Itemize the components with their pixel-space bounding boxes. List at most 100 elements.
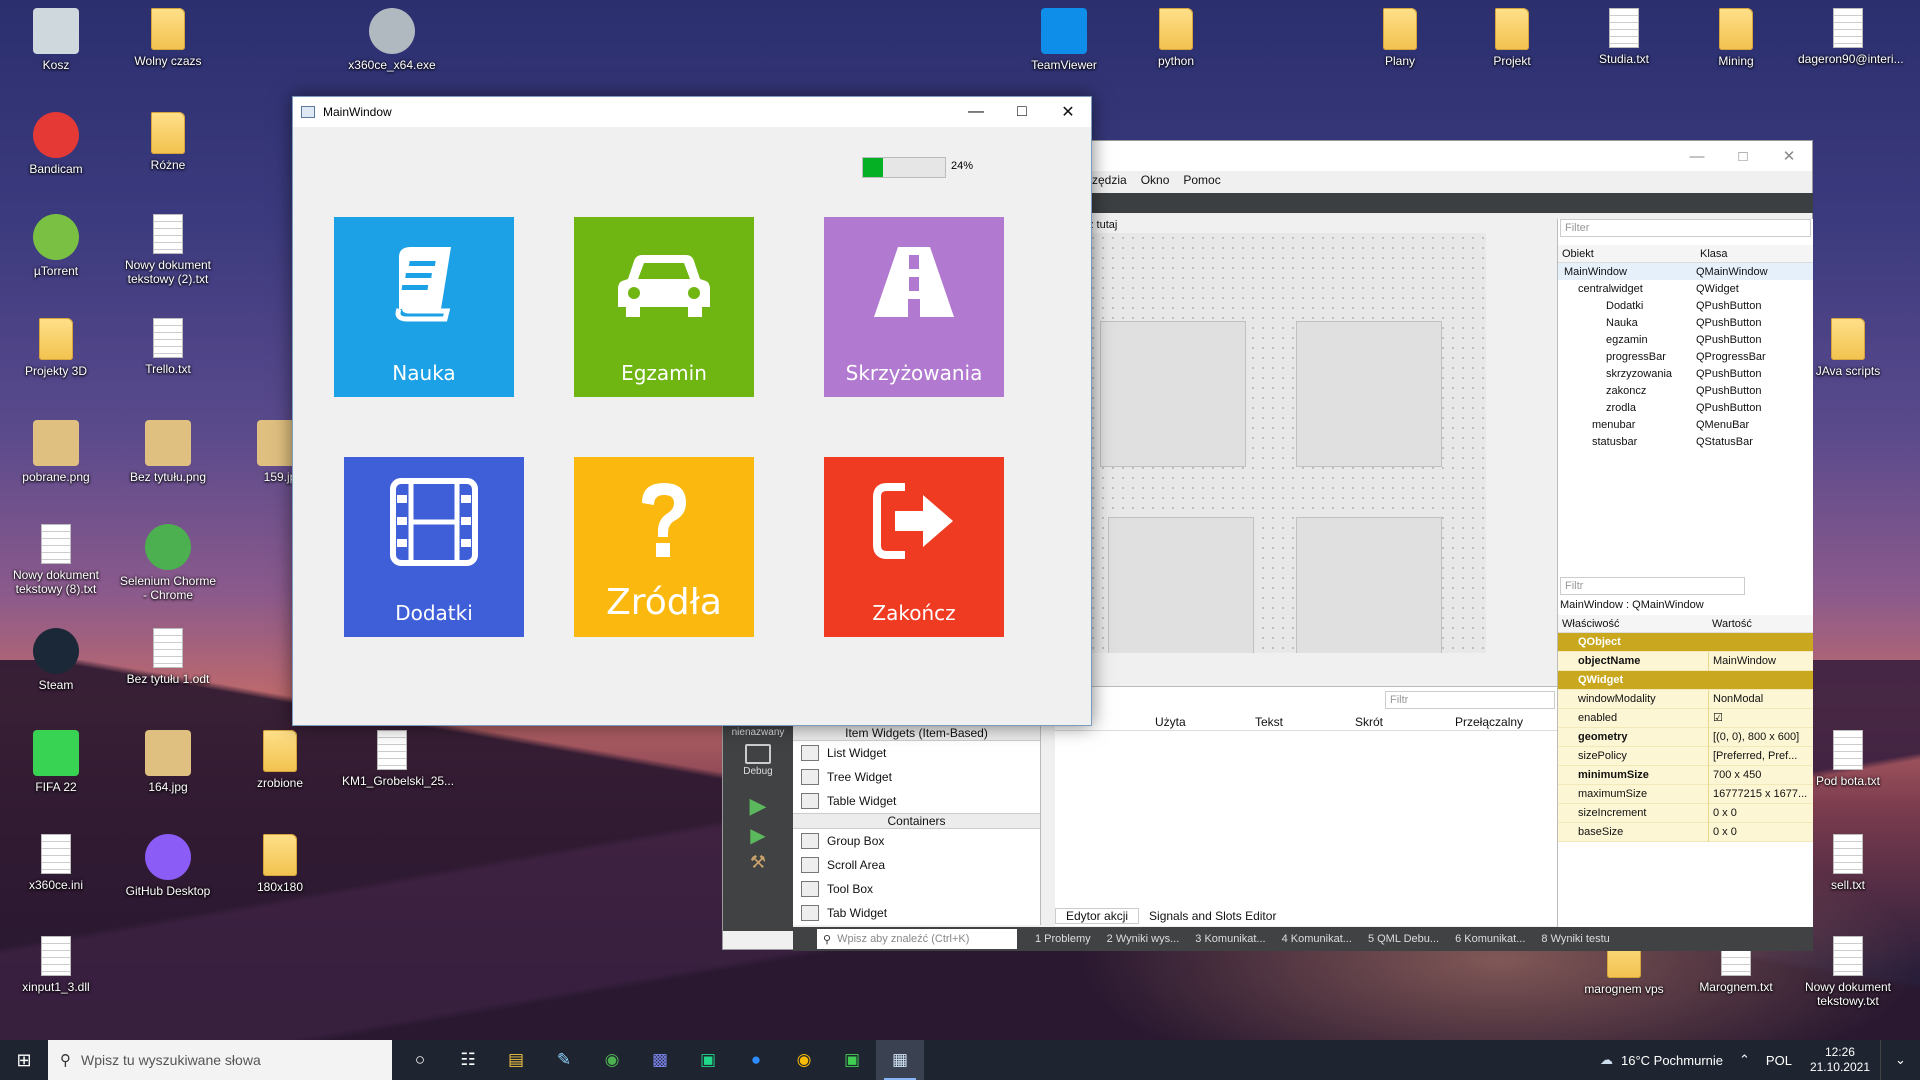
desktop-icon[interactable]: dageron90@interi... (1798, 8, 1904, 66)
action-col-shortcut[interactable]: Skrót (1355, 715, 1455, 729)
widget-box-item[interactable]: Table Widget (793, 789, 1040, 813)
desktop-icon[interactable]: Nowy dokument tekstowy (8).txt (6, 524, 106, 596)
desktop-icon[interactable]: Kosz (6, 8, 106, 72)
output-pane-button[interactable]: 1 Problemy (1027, 933, 1099, 945)
class-column-header[interactable]: Klasa (1696, 248, 1728, 260)
cortana-icon[interactable]: ○ (396, 1040, 444, 1080)
property-value[interactable]: 16777215 x 1677... (1708, 784, 1813, 804)
desktop-icon[interactable]: KM1_Grobelski_25... (342, 730, 454, 788)
desktop-icon[interactable]: Plany (1350, 8, 1450, 68)
desktop-icon[interactable]: Nowy dokument tekstowy (2).txt (118, 214, 218, 286)
desktop-icon[interactable]: JAva scripts (1798, 318, 1898, 378)
minimize-icon[interactable]: — (953, 97, 999, 127)
desktop-icon[interactable]: zrobione (230, 730, 330, 790)
language-indicator[interactable]: POL (1758, 1053, 1800, 1068)
widget-box-item[interactable]: Scroll Area (793, 853, 1040, 877)
notes-icon[interactable]: ✎ (540, 1040, 588, 1080)
object-column-header[interactable]: Obiekt (1558, 248, 1696, 260)
desktop-icon[interactable]: 180x180 (230, 834, 330, 894)
monitor-icon[interactable] (745, 744, 771, 764)
main-window-titlebar[interactable]: MainWindow — □ ✕ (293, 97, 1091, 127)
widget-category[interactable]: Item Widgets (Item-Based) (793, 725, 1040, 741)
tab-action-editor[interactable]: Edytor akcji (1055, 908, 1140, 924)
desktop-icon[interactable]: Projekty 3D (6, 318, 106, 378)
property-value[interactable]: MainWindow (1708, 651, 1813, 671)
desktop-icon[interactable]: Nowy dokument tekstowy.txt (1798, 936, 1898, 1008)
widget-box-item[interactable]: Tool Box (793, 877, 1040, 901)
object-tree-row[interactable]: menubar QMenuBar (1558, 416, 1813, 433)
task-view-icon[interactable]: ☷ (444, 1040, 492, 1080)
canvas-placeholder[interactable] (1108, 517, 1254, 653)
desktop-icon[interactable]: Studia.txt (1574, 8, 1674, 66)
desktop-icon[interactable]: Pod bota.txt (1798, 730, 1898, 788)
widget-box-item[interactable]: List Widget (793, 741, 1040, 765)
desktop-icon[interactable]: Projekt (1462, 8, 1562, 68)
skrzyzowania-button[interactable]: Skrzyżowania (824, 217, 1004, 397)
property-value[interactable]: [(0, 0), 800 x 600] (1708, 727, 1813, 747)
desktop-icon[interactable]: 164.jpg (118, 730, 218, 794)
desktop-icon[interactable]: µTorrent (6, 214, 106, 278)
desktop-icon[interactable]: python (1126, 8, 1226, 68)
object-tree-row[interactable]: egzamin QPushButton (1558, 331, 1813, 348)
chrome-icon[interactable]: ◉ (780, 1040, 828, 1080)
object-tree-row[interactable]: MainWindow QMainWindow (1558, 263, 1813, 280)
desktop-icon[interactable]: Bez tytułu.png (118, 420, 218, 484)
teams-icon[interactable]: ▩ (636, 1040, 684, 1080)
locator-input[interactable]: ⚲ Wpisz aby znaleźć (Ctrl+K) (817, 929, 1017, 949)
property-row[interactable]: sizePolicy [Preferred, Pref... (1558, 746, 1813, 766)
property-group[interactable]: QObject (1558, 633, 1813, 652)
menu-help[interactable]: Pomoc (1183, 173, 1220, 187)
menu-tools[interactable]: rzędzia (1088, 173, 1127, 187)
zoom-icon[interactable]: ● (732, 1040, 780, 1080)
widget-box-item[interactable]: Tree Widget (793, 765, 1040, 789)
chrome-icon[interactable]: ◉ (588, 1040, 636, 1080)
clock[interactable]: 12:26 21.10.2021 (1800, 1045, 1880, 1075)
action-col-text[interactable]: Tekst (1255, 715, 1355, 729)
notification-icon[interactable]: ⌄ (1880, 1040, 1920, 1080)
desktop-icon[interactable]: Mining (1686, 8, 1786, 68)
build-hammer-icon[interactable]: ⚒ (723, 852, 793, 873)
object-tree-row[interactable]: statusbar QStatusBar (1558, 433, 1813, 450)
desktop-icon[interactable]: pobrane.png (6, 420, 106, 484)
property-value[interactable]: 0 x 0 (1708, 803, 1813, 823)
property-row[interactable]: baseSize 0 x 0 (1558, 822, 1813, 842)
desktop-icon[interactable]: Bez tytułu 1.odt (118, 628, 218, 686)
property-value[interactable]: 0 x 0 (1708, 822, 1813, 842)
output-pane-button[interactable]: 4 Komunikat... (1274, 933, 1360, 945)
designer-canvas[interactable] (1088, 233, 1486, 653)
chevron-up-icon[interactable]: ⌃ (1731, 1052, 1758, 1068)
property-row[interactable]: geometry [(0, 0), 800 x 600] (1558, 727, 1813, 747)
canvas-placeholder[interactable] (1100, 321, 1246, 467)
action-col-used[interactable]: Użyta (1155, 715, 1255, 729)
property-row[interactable]: objectName MainWindow (1558, 651, 1813, 671)
object-tree-row[interactable]: Nauka QPushButton (1558, 314, 1813, 331)
close-icon[interactable]: ✕ (1766, 147, 1812, 165)
object-filter-input[interactable]: Filter (1560, 219, 1811, 237)
property-row[interactable]: sizeIncrement 0 x 0 (1558, 803, 1813, 823)
object-tree-row[interactable]: skrzyzowania QPushButton (1558, 365, 1813, 382)
actions-filter-input[interactable]: Filtr (1385, 691, 1555, 709)
canvas-placeholder[interactable] (1296, 517, 1442, 653)
dodatki-button[interactable]: Dodatki (344, 457, 524, 637)
desktop-icon[interactable]: FIFA 22 (6, 730, 106, 794)
desktop-icon[interactable]: sell.txt (1798, 834, 1898, 892)
value-column-header[interactable]: Wartość (1708, 618, 1752, 630)
desktop-icon[interactable]: Steam (6, 628, 106, 692)
run-icon[interactable]: ▶ (723, 793, 793, 819)
desktop-icon[interactable]: Różne (118, 112, 218, 172)
main-window[interactable]: MainWindow — □ ✕ 24% Nauka Egzamin Skrzy… (292, 96, 1092, 726)
widget-box-item[interactable]: Tab Widget (793, 901, 1040, 925)
mainwindow-app-icon[interactable]: ▦ (876, 1040, 924, 1080)
weather-label[interactable]: 16°C Pochmurnie (1621, 1053, 1731, 1068)
egzamin-button[interactable]: Egzamin (574, 217, 754, 397)
object-tree-row[interactable]: zakoncz QPushButton (1558, 382, 1813, 399)
desktop-icon[interactable]: Selenium Chorme - Chrome (118, 524, 218, 602)
property-row[interactable]: enabled ☑ (1558, 708, 1813, 728)
taskbar-search[interactable]: ⚲ Wpisz tu wyszukiwane słowa (48, 1040, 392, 1080)
cloud-icon[interactable]: ☁ (1592, 1052, 1621, 1068)
object-tree-row[interactable]: zrodla QPushButton (1558, 399, 1813, 416)
property-value[interactable]: 700 x 450 (1708, 765, 1813, 785)
object-tree-row[interactable]: centralwidget QWidget (1558, 280, 1813, 297)
action-col-checkable[interactable]: Przełączalny (1455, 715, 1523, 729)
zrodla-button[interactable]: Zródła (574, 457, 754, 637)
